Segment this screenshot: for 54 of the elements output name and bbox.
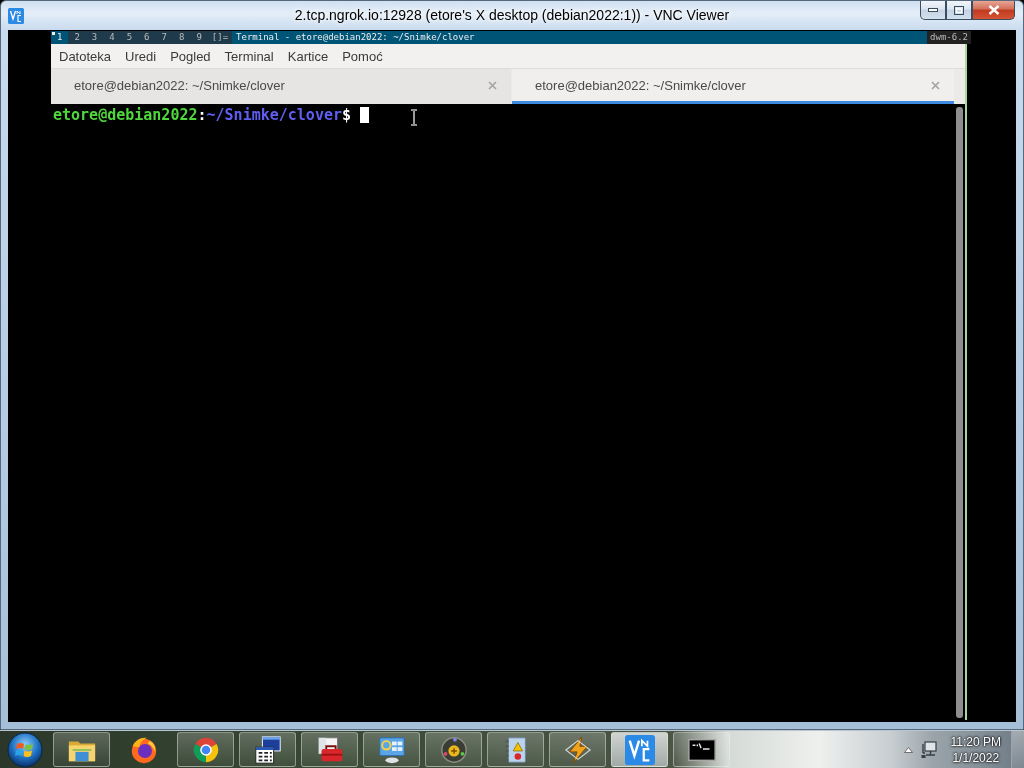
workspace-tag[interactable]: 8 bbox=[172, 31, 191, 44]
scrollbar-thumb[interactable] bbox=[956, 107, 963, 718]
disc-icon bbox=[438, 734, 469, 765]
minimize-icon bbox=[928, 8, 938, 12]
taskbar-button[interactable] bbox=[53, 732, 110, 767]
window-title: 2.tcp.ngrok.io:12928 (etore's X desktop (debian2022:1)) - VNC Viewer bbox=[294, 6, 730, 25]
start-button[interactable] bbox=[6, 731, 44, 768]
menu-item[interactable]: Terminal bbox=[224, 48, 274, 64]
workspace-tag[interactable]: 1 bbox=[51, 31, 69, 44]
workspace-tag[interactable]: 7 bbox=[155, 31, 173, 44]
minimize-button[interactable] bbox=[920, 1, 946, 20]
taskbar-button[interactable] bbox=[425, 732, 482, 767]
tab-label: etore@debian2022: ~/Snimke/clover bbox=[535, 77, 746, 93]
vnc-logo-icon[interactable] bbox=[8, 7, 24, 24]
menu-item[interactable]: Kartice bbox=[287, 48, 329, 64]
network-button[interactable] bbox=[920, 740, 937, 759]
workspace-tag[interactable]: 5 bbox=[120, 31, 139, 44]
menu-item[interactable]: Pogled bbox=[170, 48, 211, 64]
start-orb-icon bbox=[7, 731, 43, 768]
clock-button[interactable]: 11:20 PM 1/1/2022 bbox=[944, 733, 1007, 766]
menu-item[interactable]: Datoteka bbox=[59, 48, 112, 64]
lightning-icon bbox=[562, 734, 593, 765]
workspace-tag[interactable]: 2 bbox=[68, 31, 86, 44]
maximize-button[interactable] bbox=[946, 1, 972, 20]
vnc-logo-icon bbox=[624, 734, 655, 765]
show-hidden-icons-button[interactable] bbox=[903, 746, 913, 753]
tab-label: etore@debian2022: ~/Snimke/clover bbox=[74, 77, 285, 93]
network-monitor-icon bbox=[920, 740, 937, 759]
shell-prompt: etore@debian2022:~/Snimke/clover$ bbox=[53, 106, 352, 124]
taskbar-button[interactable] bbox=[673, 732, 730, 767]
workspace-tag[interactable]: 6 bbox=[138, 31, 156, 44]
layout-symbol: []= bbox=[210, 31, 230, 44]
workspace-tag[interactable]: 3 bbox=[85, 31, 104, 44]
terminal-tab[interactable]: etore@debian2022: ~/Snimke/clover bbox=[512, 69, 954, 104]
taskbar-button[interactable] bbox=[363, 732, 420, 767]
text-cursor bbox=[360, 107, 370, 123]
close-icon bbox=[987, 5, 1000, 15]
status-text: dwm-6.2 bbox=[927, 31, 971, 44]
restore-icon bbox=[954, 5, 964, 15]
close-button[interactable] bbox=[972, 1, 1015, 20]
text-select-cursor-icon bbox=[410, 109, 418, 126]
workspace-tag[interactable]: 9 bbox=[190, 31, 208, 44]
taskbar-button[interactable] bbox=[301, 732, 358, 767]
focused-window-title: Terminal - etore@debian2022: ~/Snimke/clover bbox=[232, 31, 928, 44]
window-grid-icon bbox=[252, 734, 283, 765]
menu-item[interactable]: Pomoć bbox=[342, 48, 383, 64]
caret-up-icon bbox=[903, 746, 913, 753]
menu-item[interactable]: Uredi bbox=[125, 48, 157, 64]
terminal-tab[interactable]: etore@debian2022: ~/Snimke/clover bbox=[51, 69, 511, 104]
taskbar-button[interactable] bbox=[239, 732, 296, 767]
taskbar-button[interactable] bbox=[177, 732, 234, 767]
monitor-gauge-icon bbox=[376, 734, 407, 765]
occupied-indicator-icon bbox=[52, 32, 55, 35]
workspace-tag[interactable]: 4 bbox=[103, 31, 121, 44]
